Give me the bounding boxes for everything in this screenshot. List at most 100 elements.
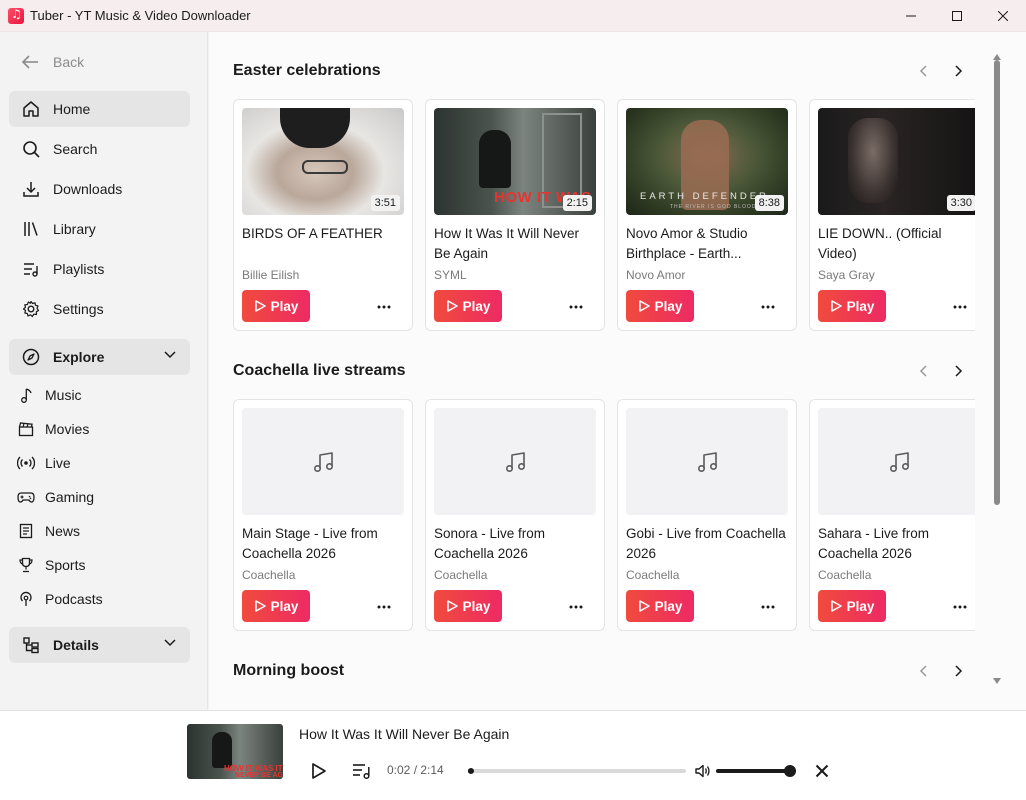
media-card[interactable]: 3:51 BIRDS OF A FEATHER Billie Eilish Pl… — [233, 99, 413, 331]
play-icon — [638, 300, 650, 312]
thumbnail-overlay-subtext: NEVER BE AG — [235, 772, 283, 779]
sidebar-item-playlists[interactable]: Playlists — [9, 251, 190, 287]
sidebar-item-gaming[interactable]: Gaming — [17, 485, 94, 509]
media-card[interactable]: 3:30 LIE DOWN.. (Official Video) Saya Gr… — [809, 99, 989, 331]
sidebar-item-label: Sports — [45, 557, 86, 573]
scroll-down-arrow-icon[interactable] — [993, 678, 1001, 684]
play-button[interactable]: Play — [242, 590, 310, 622]
gamepad-icon — [17, 488, 35, 506]
card-artist: SYML — [434, 268, 467, 282]
sidebar-item-label: Movies — [45, 421, 90, 437]
media-card[interactable]: EARTH DEFENDER THE RIVER IS GOD BLOOD 8:… — [617, 99, 797, 331]
explore-label: Explore — [53, 349, 105, 365]
sidebar-item-settings[interactable]: Settings — [9, 291, 190, 327]
sidebar-item-news[interactable]: News — [17, 519, 80, 543]
play-button[interactable]: Play — [434, 590, 502, 622]
close-window-button[interactable] — [980, 0, 1026, 32]
sidebar-item-podcasts[interactable]: Podcasts — [17, 587, 103, 611]
more-options-button[interactable] — [374, 297, 394, 317]
sidebar-item-music[interactable]: Music — [17, 383, 82, 407]
scroll-left-button[interactable] — [913, 61, 933, 81]
play-label: Play — [270, 598, 299, 614]
more-options-button[interactable] — [950, 297, 970, 317]
scroll-left-button[interactable] — [913, 361, 933, 381]
media-card[interactable]: Sahara - Live from Coachella 2026 Coache… — [809, 399, 989, 631]
sidebar-item-label: Settings — [53, 301, 104, 317]
card-artist: Coachella — [242, 568, 296, 582]
chevron-left-icon — [919, 365, 927, 377]
video-thumbnail: HOW IT WAS 2:15 — [434, 108, 596, 215]
close-player-button[interactable] — [812, 761, 832, 781]
arrow-left-icon — [21, 55, 38, 69]
more-options-button[interactable] — [950, 597, 970, 617]
sidebar-item-search[interactable]: Search — [9, 131, 190, 167]
play-button[interactable]: Play — [626, 590, 694, 622]
media-card[interactable]: HOW IT WAS 2:15 How It Was It Will Never… — [425, 99, 605, 331]
seek-slider[interactable] — [468, 768, 686, 774]
scroll-left-button[interactable] — [913, 661, 933, 681]
more-options-button[interactable] — [758, 597, 778, 617]
more-options-button[interactable] — [566, 597, 586, 617]
explore-section-toggle[interactable]: Explore — [9, 339, 190, 375]
close-icon — [998, 11, 1008, 21]
thumbnail-placeholder — [626, 408, 788, 515]
now-playing-title: How It Was It Will Never Be Again — [299, 726, 510, 742]
volume-button[interactable] — [693, 761, 713, 781]
volume-level — [716, 769, 790, 773]
media-card[interactable]: Sonora - Live from Coachella 2026 Coache… — [425, 399, 605, 631]
back-label: Back — [53, 54, 85, 70]
media-card[interactable]: Gobi - Live from Coachella 2026 Coachell… — [617, 399, 797, 631]
back-button[interactable]: Back — [21, 54, 84, 70]
more-options-button[interactable] — [374, 597, 394, 617]
play-pause-button[interactable] — [306, 759, 330, 783]
chevron-down-icon — [164, 351, 176, 359]
playback-time: 0:02 / 2:14 — [387, 763, 444, 777]
sidebar-item-movies[interactable]: Movies — [17, 417, 89, 441]
more-options-button[interactable] — [566, 297, 586, 317]
card-artist: Billie Eilish — [242, 268, 300, 282]
play-label: Play — [654, 598, 683, 614]
play-button[interactable]: Play — [434, 290, 502, 322]
search-icon — [21, 139, 41, 159]
queue-button[interactable] — [350, 759, 374, 783]
play-label: Play — [654, 298, 683, 314]
play-button[interactable]: Play — [626, 290, 694, 322]
sidebar-item-home[interactable]: Home — [9, 91, 190, 127]
video-thumbnail: EARTH DEFENDER THE RIVER IS GOD BLOOD 8:… — [626, 108, 788, 215]
play-icon — [830, 600, 842, 612]
more-horizontal-icon — [761, 605, 775, 609]
volume-slider[interactable] — [716, 765, 796, 777]
scroll-right-button[interactable] — [949, 661, 969, 681]
play-button[interactable]: Play — [818, 290, 886, 322]
more-options-button[interactable] — [758, 297, 778, 317]
volume-handle[interactable] — [784, 765, 796, 777]
minimize-button[interactable] — [888, 0, 934, 32]
live-broadcast-icon — [17, 454, 35, 472]
more-horizontal-icon — [569, 605, 583, 609]
music-notes-icon — [505, 452, 526, 473]
seek-handle[interactable] — [468, 768, 475, 774]
vertical-scrollbar[interactable] — [994, 60, 1000, 505]
card-title: Main Stage - Live from Coachella 2026 — [242, 526, 378, 561]
newspaper-icon — [17, 522, 35, 540]
play-button[interactable]: Play — [242, 290, 310, 322]
sidebar-item-sports[interactable]: Sports — [17, 553, 85, 577]
sidebar-item-library[interactable]: Library — [9, 211, 190, 247]
more-horizontal-icon — [569, 305, 583, 309]
sidebar-item-downloads[interactable]: Downloads — [9, 171, 190, 207]
play-label: Play — [846, 298, 875, 314]
more-horizontal-icon — [377, 605, 391, 609]
scroll-right-button[interactable] — [949, 61, 969, 81]
scroll-right-button[interactable] — [949, 361, 969, 381]
media-card[interactable]: Main Stage - Live from Coachella 2026 Co… — [233, 399, 413, 631]
thumbnail-overlay-subtext: THE RIVER IS GOD BLOOD — [670, 204, 757, 210]
now-playing-thumbnail: HOW IT WAS IT NEVER BE AG — [187, 724, 283, 779]
play-button[interactable]: Play — [818, 590, 886, 622]
details-section-toggle[interactable]: Details — [9, 627, 190, 663]
play-icon — [830, 300, 842, 312]
maximize-button[interactable] — [934, 0, 980, 32]
sidebar-item-live[interactable]: Live — [17, 451, 71, 475]
card-title: Gobi - Live from Coachella 2026 — [626, 526, 786, 561]
sidebar-item-label: Search — [53, 141, 98, 157]
card-title: Sahara - Live from Coachella 2026 — [818, 526, 930, 561]
